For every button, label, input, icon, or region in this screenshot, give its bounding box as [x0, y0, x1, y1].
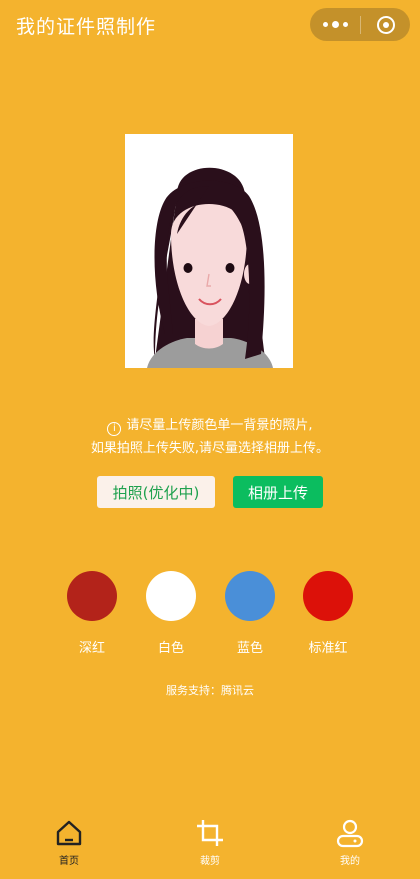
upload-tip-line1: i 请尽量上传颜色单一背景的照片, [0, 414, 420, 436]
take-photo-button[interactable]: 拍照(优化中) [97, 476, 215, 508]
tab-crop[interactable]: 裁剪 [165, 812, 255, 879]
color-swatch-dark-red[interactable] [67, 571, 117, 621]
home-icon [56, 820, 82, 846]
album-upload-button[interactable]: 相册上传 [233, 476, 323, 508]
tab-home[interactable]: 首页 [24, 812, 114, 879]
color-swatch-standard-red[interactable] [303, 571, 353, 621]
tab-mine-label: 我的 [340, 856, 360, 867]
tab-home-label: 首页 [59, 856, 79, 867]
upload-tip-line2: 如果拍照上传失败,请尽量选择相册上传。 [90, 441, 330, 456]
mini-program-capsule [310, 8, 410, 41]
color-label-standard-red: 标准红 [308, 641, 348, 656]
color-swatch-blue[interactable] [225, 571, 275, 621]
avatar-illustration [125, 134, 293, 368]
more-dots-icon[interactable] [310, 8, 360, 41]
user-icon [336, 819, 364, 848]
color-label-dark-red: 深红 [78, 641, 105, 656]
color-swatch-white[interactable] [146, 571, 196, 621]
color-label-blue: 蓝色 [236, 641, 263, 656]
tab-mine[interactable]: 我的 [305, 812, 395, 879]
page-title: 我的证件照制作 [16, 16, 157, 38]
color-label-white: 白色 [157, 641, 184, 656]
crop-icon [197, 820, 223, 846]
tab-bar: 首页 裁剪 我的 [0, 812, 420, 879]
photo-preview[interactable] [125, 134, 293, 368]
tab-crop-label: 裁剪 [200, 856, 220, 867]
info-icon: i [107, 422, 122, 436]
support-text: 服务支持：腾讯云 [166, 684, 254, 697]
target-icon[interactable] [361, 8, 410, 41]
navigation-bar: 我的证件照制作 [0, 0, 420, 52]
